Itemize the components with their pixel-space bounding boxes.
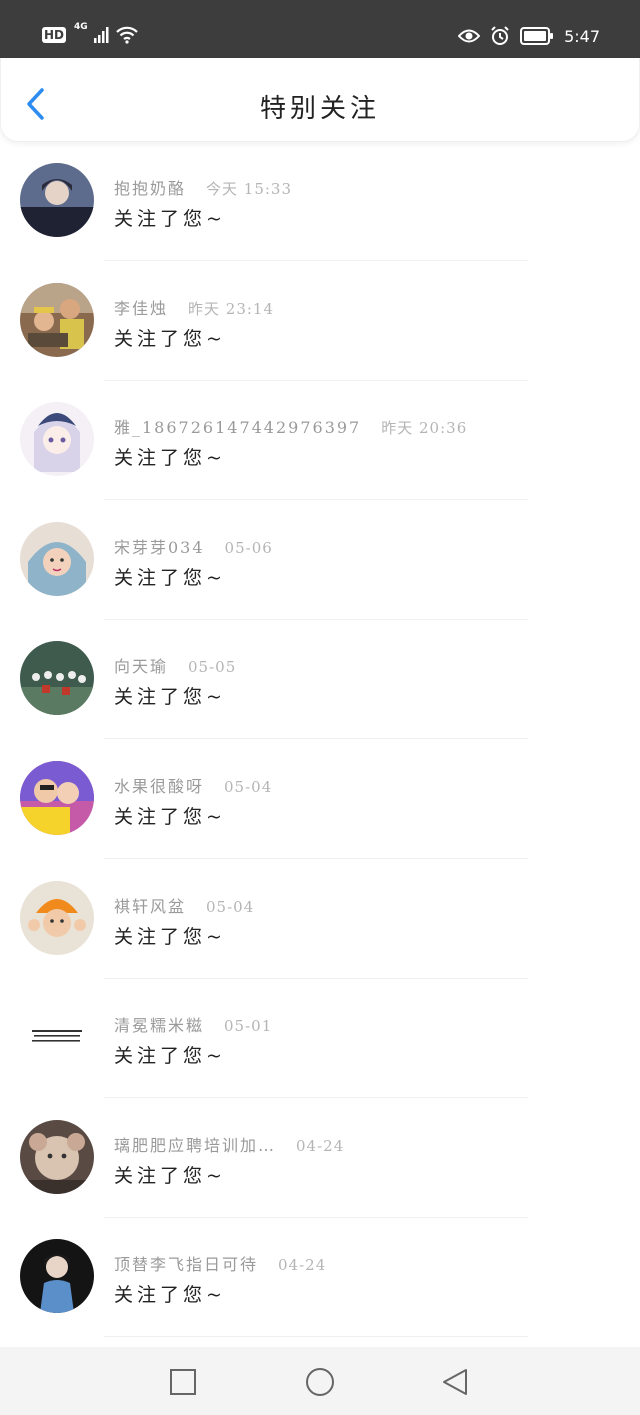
time-stamp: 05-04 xyxy=(206,897,255,916)
item-header: 雅_18672614744​2976397 昨天 20:36 xyxy=(114,414,467,438)
list-item[interactable]: 顶替李飞指日可待 04-24 关注了您~ xyxy=(0,1218,640,1338)
status-right: 5:47 xyxy=(458,26,600,46)
user-name[interactable]: 水果很酸呀 xyxy=(114,773,204,797)
square-recents-icon xyxy=(170,1369,196,1395)
item-header: 顶替李飞指日可待 04-24 xyxy=(114,1251,326,1275)
message-text: 关注了您~ xyxy=(114,1164,226,1187)
message-text: 关注了您~ xyxy=(114,208,226,230)
message-text: 关注了您~ xyxy=(114,566,226,589)
list-item[interactable]: 水果很酸呀 05-04 关注了您~ xyxy=(0,740,640,860)
avatar-image xyxy=(20,282,94,357)
network-label: 4G xyxy=(74,22,88,32)
item-header: 李佳烛 昨天 23:14 xyxy=(114,295,274,319)
user-name[interactable]: 抱抱奶酪 xyxy=(114,175,186,199)
time-stamp: 今天 15:33 xyxy=(206,180,293,198)
user-name[interactable]: 雅_18672614744​2976397 xyxy=(114,414,361,438)
avatar-image xyxy=(20,402,94,477)
signal-icon xyxy=(93,27,109,43)
message-text: 关注了您~ xyxy=(114,686,226,709)
avatar[interactable] xyxy=(20,1119,94,1194)
avatar[interactable] xyxy=(20,641,94,716)
status-bar: HD 4G 5:47 xyxy=(0,0,640,58)
list-item[interactable]: 抱抱奶酪 今天 15:33 关注了您~ xyxy=(0,142,640,262)
avatar[interactable] xyxy=(20,760,94,835)
battery-icon xyxy=(520,27,554,45)
system-nav-bar xyxy=(0,1347,640,1415)
avatar-image xyxy=(20,880,94,955)
status-time: 5:47 xyxy=(564,26,600,46)
avatar-image xyxy=(20,521,94,596)
list-item[interactable]: 李佳烛 昨天 23:14 关注了您~ xyxy=(0,262,640,382)
time-stamp: 昨天 20:36 xyxy=(381,419,468,438)
message-text: 关注了您~ xyxy=(114,327,226,350)
recents-button[interactable] xyxy=(168,1367,198,1397)
time-stamp: 05-04 xyxy=(224,777,273,796)
avatar-image xyxy=(20,1119,94,1194)
item-header: 向天瑜 05-05 xyxy=(114,653,236,677)
user-name[interactable]: 向天瑜 xyxy=(114,653,168,677)
item-header: 璃肥肥应聘培训加… 04-24 xyxy=(114,1132,344,1156)
page-title: 特别关注 xyxy=(259,94,380,124)
home-button[interactable] xyxy=(305,1367,335,1397)
message-text: 关注了您~ xyxy=(114,925,226,948)
avatar[interactable] xyxy=(20,1000,94,1075)
alarm-icon xyxy=(491,26,509,45)
time-stamp: 05-06 xyxy=(224,538,273,557)
wifi-icon xyxy=(115,26,138,44)
item-header: 水果很酸呀 05-04 xyxy=(114,773,272,797)
avatar-image xyxy=(20,163,94,237)
avatar-image xyxy=(20,1239,94,1314)
time-stamp: 04-24 xyxy=(278,1256,327,1275)
user-name[interactable]: 璃肥肥应聘培训加… xyxy=(114,1132,276,1156)
back-nav-button[interactable] xyxy=(440,1367,470,1397)
triangle-back-icon xyxy=(443,1369,467,1395)
list-item[interactable]: 向天瑜 05-05 关注了您~ xyxy=(0,620,640,740)
item-header: 宋芽芽034 05-06 xyxy=(114,534,273,558)
eye-icon xyxy=(458,29,481,43)
list-item[interactable]: 雅_18672614744​2976397 昨天 20:36 关注了您~ xyxy=(0,381,640,501)
time-stamp: 昨天 23:14 xyxy=(188,299,275,318)
avatar-image xyxy=(20,641,94,716)
avatar[interactable] xyxy=(20,163,94,237)
user-name[interactable]: 顶替李飞指日可待 xyxy=(114,1251,258,1275)
user-name[interactable]: 清冕糯米糍 xyxy=(114,1012,204,1036)
follow-list: 抱抱奶酪 今天 15:33 关注了您~ 李佳烛 昨天 23:14 关注了您~ 雅… xyxy=(0,142,640,1338)
message-text: 关注了您~ xyxy=(114,1284,226,1307)
item-header: 褀轩风盆 05-04 xyxy=(114,893,254,917)
time-stamp: 05-05 xyxy=(188,658,237,677)
hd-badge: HD xyxy=(42,27,67,43)
header: 特别关注 xyxy=(0,58,640,142)
list-item[interactable]: 褀轩风盆 05-04 关注了您~ xyxy=(0,860,640,980)
list-item[interactable]: 宋芽芽034 05-06 关注了您~ xyxy=(0,501,640,621)
avatar[interactable] xyxy=(20,282,94,357)
user-name[interactable]: 褀轩风盆 xyxy=(114,893,186,917)
time-stamp: 05-01 xyxy=(224,1017,273,1036)
avatar-image xyxy=(20,1000,94,1075)
item-header: 抱抱奶酪 今天 15:33 xyxy=(114,175,292,199)
circle-home-icon xyxy=(306,1368,334,1396)
avatar[interactable] xyxy=(20,880,94,955)
avatar-image xyxy=(20,760,94,835)
status-left: HD 4G xyxy=(42,22,138,44)
user-name[interactable]: 李佳烛 xyxy=(114,295,168,319)
avatar[interactable] xyxy=(20,402,94,477)
user-name[interactable]: 宋芽芽034 xyxy=(114,534,205,558)
item-header: 清冕糯米糍 05-01 xyxy=(114,1012,272,1036)
message-text: 关注了您~ xyxy=(114,1045,226,1068)
avatar[interactable] xyxy=(20,521,94,596)
time-stamp: 04-24 xyxy=(296,1136,345,1155)
message-text: 关注了您~ xyxy=(114,805,226,828)
divider xyxy=(104,1336,528,1338)
list-item[interactable]: 璃肥肥应聘培训加… 04-24 关注了您~ xyxy=(0,1099,640,1219)
message-text: 关注了您~ xyxy=(114,447,226,470)
list-item[interactable]: 清冕糯米糍 05-01 关注了您~ xyxy=(0,979,640,1099)
avatar[interactable] xyxy=(20,1239,94,1314)
